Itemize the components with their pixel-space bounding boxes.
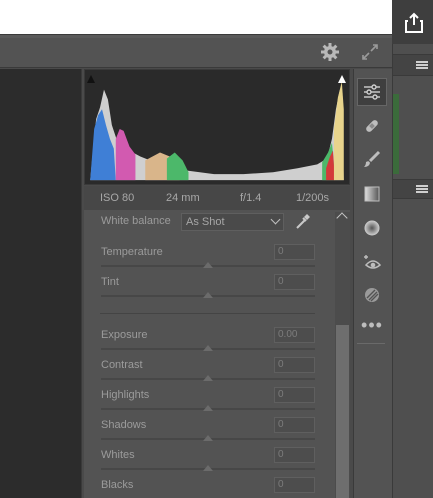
temperature-label: Temperature [101,246,163,258]
filmstrip-side [392,44,433,498]
brush-tool-button[interactable] [357,145,387,173]
contrast-field[interactable]: 0 [274,357,315,373]
iso-value: ISO 80 [100,192,135,204]
linear-gradient-tool-button[interactable] [357,180,387,208]
shutter-value: 1/200s [296,192,330,204]
title-bar [0,0,392,35]
exposure-field[interactable]: 0.00 [274,327,315,343]
radial-filter-icon [364,220,380,236]
expand-icon[interactable] [360,42,380,62]
hamburger-menu-icon[interactable] [416,185,428,193]
more-icon: ••• [361,315,383,335]
highlights-field[interactable]: 0 [274,387,315,403]
image-canvas[interactable] [0,69,82,498]
histogram [84,69,350,185]
focal-length-value: 24 mm [166,192,200,204]
side-row [393,179,433,199]
presets-tool-button[interactable] [357,281,387,309]
white-balance-label: White balance [101,215,171,227]
more-tools-button[interactable]: ••• [357,311,387,339]
healing-tool-button[interactable] [357,112,387,140]
chevron-down-icon [270,214,281,225]
highlight-clipping-icon[interactable] [337,74,347,84]
whites-slider-thumb[interactable] [203,465,213,471]
white-balance-select[interactable]: As Shot [181,213,284,231]
contrast-slider-thumb[interactable] [203,375,213,381]
healing-bandage-icon [366,120,378,132]
shadows-label: Shadows [101,419,147,431]
hamburger-menu-icon[interactable] [416,61,428,69]
scrollbar-thumb[interactable] [336,325,349,498]
section-divider [100,313,315,314]
temperature-slider-thumb[interactable] [203,262,213,268]
exposure-label: Exposure [101,329,148,341]
edit-tool-button[interactable] [357,78,387,106]
shadows-field[interactable]: 0 [274,417,315,433]
red-eye-icon [364,255,382,269]
radial-filter-tool-button[interactable] [357,214,387,242]
tint-slider-thumb[interactable] [203,292,213,298]
red-eye-tool-button[interactable] [357,248,387,276]
tint-label: Tint [101,276,119,288]
eyedropper-icon[interactable] [293,211,313,231]
temperature-field[interactable]: 0 [274,244,315,260]
edit-sliders-icon [364,84,380,100]
highlights-label: Highlights [101,389,150,401]
blacks-field[interactable]: 0 [274,477,315,493]
brush-icon [364,150,381,167]
whites-label: Whites [101,449,135,461]
white-balance-value: As Shot [186,216,225,228]
exposure-slider-thumb[interactable] [203,345,213,351]
aperture-value: f/1.4 [240,192,262,204]
presets-icon [365,288,379,302]
tool-separator [357,343,385,344]
whites-field[interactable]: 0 [274,447,315,463]
camera-info-bar: ISO 80 24 mm f/1.4 1/200s [84,186,350,210]
share-icon[interactable] [403,12,425,34]
shadows-slider-thumb[interactable] [203,435,213,441]
thumbnail-edge [393,94,399,174]
gear-icon[interactable] [320,42,340,62]
side-row [393,54,433,76]
blacks-label: Blacks [101,479,134,491]
contrast-label: Contrast [101,359,143,371]
gradient-icon [364,186,380,202]
highlights-slider-thumb[interactable] [203,405,213,411]
shadow-clipping-icon[interactable] [86,74,96,84]
tint-field[interactable]: 0 [274,274,315,290]
